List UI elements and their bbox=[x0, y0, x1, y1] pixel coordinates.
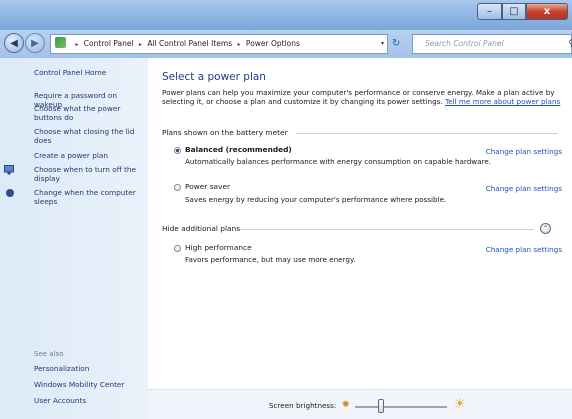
change-plan-settings-high-performance[interactable]: Change plan settings bbox=[486, 245, 562, 254]
plan-name-power-saver[interactable]: Power saver bbox=[185, 182, 230, 191]
search-placeholder: Search Control Panel bbox=[425, 39, 504, 48]
title-bar[interactable]: – □ x bbox=[0, 0, 572, 30]
divider bbox=[240, 229, 534, 230]
brightness-label: Screen brightness: bbox=[269, 401, 337, 410]
address-bar[interactable]: ▸ Control Panel ▸ All Control Panel Item… bbox=[50, 34, 388, 54]
see-also-heading: See also bbox=[34, 350, 64, 358]
maximize-button[interactable]: □ bbox=[502, 3, 526, 20]
address-dropdown-icon[interactable]: ▾ bbox=[381, 35, 384, 53]
control-panel-icon bbox=[55, 37, 66, 48]
brightness-slider-track[interactable] bbox=[355, 406, 447, 408]
see-also-personalization[interactable]: Personalization bbox=[34, 364, 146, 373]
tell-me-more-link[interactable]: Tell me more about power plans bbox=[445, 97, 560, 106]
plan-desc-high-performance: Favors performance, but may use more ene… bbox=[185, 255, 356, 264]
minimize-button[interactable]: – bbox=[477, 3, 502, 20]
collapse-chevron-icon[interactable]: ⌃ bbox=[540, 223, 551, 234]
see-also-user-accounts[interactable]: User Accounts bbox=[34, 396, 146, 405]
breadcrumb-all-items[interactable]: All Control Panel Items bbox=[147, 39, 232, 48]
search-input[interactable]: Search Control Panel ⚲ bbox=[412, 34, 572, 54]
sidebar-turn-off-display[interactable]: Choose when to turn off the display bbox=[34, 165, 146, 183]
balanced-radio[interactable] bbox=[174, 147, 181, 154]
power-saver-radio[interactable] bbox=[174, 184, 181, 191]
sidebar-control-panel-home[interactable]: Control Panel Home bbox=[34, 68, 146, 77]
brightness-bar: Screen brightness: ✺ ☀ bbox=[148, 389, 572, 419]
back-button[interactable]: ◀ bbox=[4, 33, 24, 53]
hide-additional-plans-heading[interactable]: Hide additional plans bbox=[162, 224, 240, 233]
sidebar-closing-lid[interactable]: Choose what closing the lid does bbox=[34, 127, 146, 145]
monitor-icon bbox=[4, 165, 14, 175]
breadcrumb-power-options[interactable]: Power Options bbox=[246, 39, 300, 48]
plan-name-balanced[interactable]: Balanced (recommended) bbox=[185, 145, 292, 154]
sidebar-create-plan[interactable]: Create a power plan bbox=[34, 151, 146, 160]
bright-sun-icon: ☀ bbox=[454, 397, 466, 412]
change-plan-settings-balanced[interactable]: Change plan settings bbox=[486, 147, 562, 156]
main-content: Select a power plan Power plans can help… bbox=[148, 58, 572, 419]
plan-name-high-performance[interactable]: High performance bbox=[185, 243, 252, 252]
close-button[interactable]: x bbox=[526, 3, 568, 20]
brightness-slider-thumb[interactable] bbox=[377, 399, 384, 413]
page-title: Select a power plan bbox=[162, 71, 266, 83]
plan-desc-balanced: Automatically balances performance with … bbox=[185, 157, 492, 166]
see-also-mobility-center[interactable]: Windows Mobility Center bbox=[34, 380, 146, 389]
breadcrumb-separator: ▸ bbox=[75, 41, 79, 48]
breadcrumb-separator: ▸ bbox=[237, 41, 241, 48]
high-performance-radio[interactable] bbox=[174, 245, 181, 252]
refresh-icon[interactable]: ↻ bbox=[392, 34, 408, 54]
plan-desc-power-saver: Saves energy by reducing your computer's… bbox=[185, 195, 447, 204]
intro-text: Power plans can help you maximize your c… bbox=[162, 88, 566, 106]
sidebar-computer-sleeps[interactable]: Change when the computer sleeps bbox=[34, 188, 146, 206]
change-plan-settings-power-saver[interactable]: Change plan settings bbox=[486, 184, 562, 193]
breadcrumb-separator: ▸ bbox=[138, 41, 142, 48]
window-controls: – □ x bbox=[477, 3, 568, 20]
sidebar-power-buttons[interactable]: Choose what the power buttons do bbox=[34, 104, 146, 122]
search-icon[interactable]: ⚲ bbox=[568, 35, 572, 53]
breadcrumb-control-panel[interactable]: Control Panel bbox=[84, 39, 134, 48]
divider bbox=[296, 133, 558, 134]
window: – □ x ◀ ▶ ▸ Control Panel ▸ All Control … bbox=[0, 0, 572, 419]
dim-sun-icon: ✺ bbox=[342, 400, 350, 410]
moon-icon bbox=[6, 189, 14, 197]
forward-button[interactable]: ▶ bbox=[25, 33, 45, 53]
navigation-bar: ◀ ▶ ▸ Control Panel ▸ All Control Panel … bbox=[0, 30, 572, 58]
sidebar: Control Panel Home Require a password on… bbox=[0, 58, 148, 419]
battery-meter-group-heading: Plans shown on the battery meter bbox=[162, 128, 288, 137]
